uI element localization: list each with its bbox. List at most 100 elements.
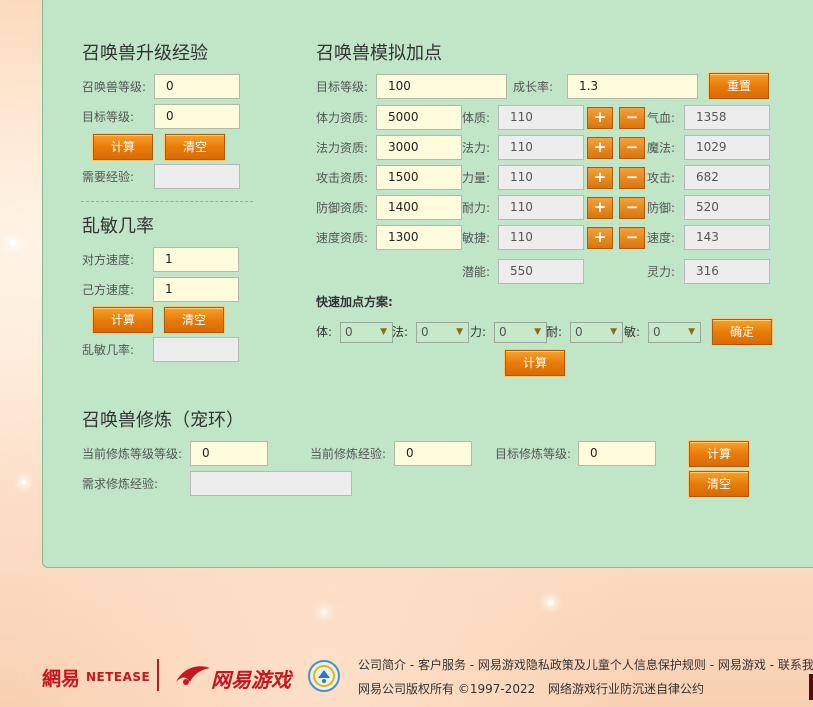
quick-select[interactable]: 0 ▼ [570,322,623,343]
logo-divider [157,659,159,691]
footer-pledge-link[interactable]: 网络游戏行业防沉迷自律公约 [548,680,704,697]
result-value: 1029 [684,135,770,160]
plus-button[interactable]: + [587,107,613,129]
quick-label: 力: [470,325,487,339]
section-divider [81,201,253,202]
aptitude-label: 体力资质: [316,111,369,125]
plus-button[interactable]: + [587,227,613,249]
growth-input[interactable]: 1.3 [567,74,698,99]
upgrade-calc-button[interactable]: 计算 [93,134,153,160]
sim-calc-button[interactable]: 计算 [505,350,565,376]
sim-target-level-input[interactable]: 100 [376,74,507,99]
result-value: 682 [684,165,770,190]
quick-label: 敏: [624,325,641,339]
train-target-input[interactable]: 0 [578,441,656,466]
quick-select[interactable]: 0 ▼ [494,322,547,343]
speed-clear-button[interactable]: 清空 [164,307,224,333]
quick-plan-title: 快速加点方案: [316,295,393,309]
speed-title: 乱敏几率 [82,216,154,237]
spirit-label: 灵力: [647,265,676,279]
aptitude-input[interactable]: 1300 [376,225,462,250]
sparkle [322,610,326,614]
calculator-panel: 召唤兽升级经验 召唤兽等级: 0 目标等级: 0 计算 清空 需要经验: 乱敏几… [42,0,813,568]
quick-label: 耐: [546,325,563,339]
netease-logo-en[interactable]: NETEASE [86,670,150,684]
quick-confirm-button[interactable]: 确定 [712,319,772,345]
quick-label: 法: [392,325,409,339]
netease-games-logo[interactable]: 网易游戏 [211,664,291,693]
own-speed-input[interactable]: 1 [153,277,239,302]
enemy-speed-label: 对方速度: [82,253,135,267]
train-clear-button[interactable]: 清空 [689,471,749,497]
quick-select-value: 0 [345,325,353,339]
quick-select[interactable]: 0 ▼ [648,322,701,343]
speed-calc-button[interactable]: 计算 [93,307,153,333]
spirit-output: 316 [684,259,770,284]
need-exp-output [154,164,240,189]
minus-button[interactable]: − [619,137,645,159]
result-value: 520 [684,195,770,220]
aptitude-label: 攻击资质: [316,171,369,185]
enemy-speed-input[interactable]: 1 [153,247,239,272]
potential-output: 550 [498,259,584,284]
train-need-output [190,471,352,496]
anti-addiction-emblem-icon[interactable] [308,660,340,692]
minus-button[interactable]: − [619,197,645,219]
aptitude-input[interactable]: 3000 [376,135,462,160]
train-need-label: 需求修炼经验: [82,477,159,491]
train-title: 召唤兽修炼（宠环） [82,410,244,431]
chaos-rate-label: 乱敏几率: [82,343,135,357]
plus-button[interactable]: + [587,137,613,159]
chevron-down-icon: ▼ [534,327,541,337]
result-label: 气血: [647,111,676,125]
target-level-label: 目标等级: [82,110,135,124]
minus-button[interactable]: − [619,107,645,129]
aptitude-input[interactable]: 1400 [376,195,462,220]
train-target-label: 目标修炼等级: [495,447,572,461]
result-value: 1358 [684,105,770,130]
attribute-label: 力量: [462,171,491,185]
quick-select[interactable]: 0 ▼ [340,322,393,343]
footer-links[interactable]: 公司简介 - 客户服务 - 网易游戏隐私政策及儿童个人信息保护规则 - 网易游戏… [358,656,813,673]
result-label: 速度: [647,231,676,245]
quick-select-value: 0 [575,325,583,339]
chaos-rate-output [153,337,239,362]
plus-button[interactable]: + [587,197,613,219]
train-cur-exp-label: 当前修炼经验: [310,447,387,461]
aptitude-input[interactable]: 1500 [376,165,462,190]
sim-title: 召唤兽模拟加点 [316,43,442,64]
side-tab[interactable] [809,674,813,700]
attribute-value: 110 [498,135,584,160]
own-speed-label: 己方速度: [82,283,135,297]
attribute-label: 耐力: [462,201,491,215]
train-cur-level-input[interactable]: 0 [190,441,268,466]
plus-button[interactable]: + [587,167,613,189]
pet-level-label: 召唤兽等级: [82,80,147,94]
sparkle [10,240,16,246]
footer-copyright: 网易公司版权所有 ©1997-2022 [358,682,536,696]
target-level-input[interactable]: 0 [154,104,240,129]
minus-button[interactable]: − [619,227,645,249]
aptitude-input[interactable]: 5000 [376,105,462,130]
minus-button[interactable]: − [619,167,645,189]
quick-select[interactable]: 0 ▼ [416,322,469,343]
chevron-down-icon: ▼ [456,327,463,337]
netease-logo-cn[interactable]: 網易 [42,664,80,691]
footer: 網易 NETEASE 网易游戏 公司简介 - 客户服务 - 网易游戏隐私政策及儿… [0,640,813,707]
train-cur-exp-input[interactable]: 0 [394,441,472,466]
chevron-down-icon: ▼ [688,327,695,337]
result-label: 攻击: [647,171,676,185]
chevron-down-icon: ▼ [380,327,387,337]
growth-label: 成长率: [513,80,554,94]
aptitude-label: 速度资质: [316,231,369,245]
result-label: 防御: [647,201,676,215]
pet-level-input[interactable]: 0 [154,74,240,99]
attribute-value: 110 [498,105,584,130]
potential-label: 潜能: [462,265,491,279]
attribute-value: 110 [498,225,584,250]
train-cur-level-label: 当前修炼等级等级: [82,447,183,461]
reset-button[interactable]: 重置 [709,73,769,99]
attribute-label: 体质: [462,111,491,125]
train-calc-button[interactable]: 计算 [689,441,749,467]
upgrade-clear-button[interactable]: 清空 [165,134,225,160]
